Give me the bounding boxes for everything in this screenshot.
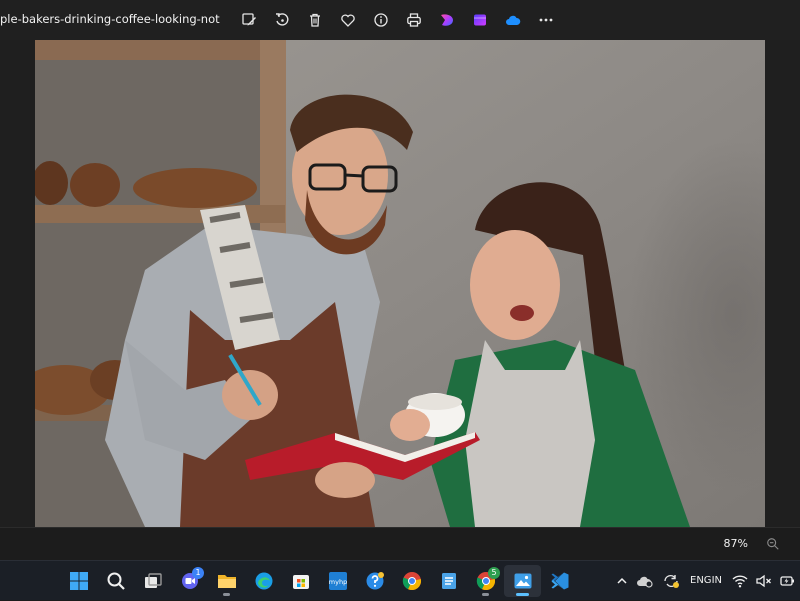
title-bar: ple-bakers-drinking-coffee-looking-noteb… — [0, 0, 800, 40]
myhp-label: myhp — [328, 578, 346, 586]
sync-icon — [664, 574, 679, 588]
toolbar — [232, 6, 562, 34]
more-options-icon — [539, 18, 552, 22]
clipchamp-button[interactable] — [463, 6, 496, 34]
taskbar-apps: 1 myhp 5 — [60, 565, 578, 597]
active-indicator — [516, 593, 529, 596]
help-icon — [366, 572, 384, 590]
edit-image-icon — [241, 13, 256, 26]
more-options-button[interactable] — [529, 6, 562, 34]
print-button[interactable] — [397, 6, 430, 34]
chrome-icon — [402, 572, 421, 591]
edge-icon — [255, 572, 272, 590]
designer-button[interactable] — [430, 6, 463, 34]
search-button[interactable] — [97, 565, 134, 597]
photos-icon — [514, 573, 531, 589]
chat-badge: 1 — [192, 567, 204, 579]
image-viewer[interactable] — [0, 40, 800, 527]
language-region: IN — [711, 575, 722, 586]
volume-muted-icon — [756, 574, 771, 588]
start-button[interactable] — [60, 565, 97, 597]
notepad-icon — [441, 573, 456, 589]
taskbar: 1 myhp 5 ENG IN — [0, 560, 800, 600]
sync-status-button[interactable] — [658, 561, 684, 601]
rotate-icon — [275, 13, 288, 26]
battery-charging-icon — [780, 576, 794, 586]
onedrive-tray-button[interactable] — [632, 561, 658, 601]
favorite-button[interactable] — [331, 6, 364, 34]
search-icon — [107, 572, 125, 590]
onedrive-cloud-icon — [505, 15, 520, 25]
delete-icon — [309, 13, 320, 27]
print-icon — [406, 13, 421, 27]
volume-button[interactable] — [752, 561, 776, 601]
clipchamp-icon — [473, 14, 486, 26]
vscode-icon — [551, 572, 568, 590]
running-indicator — [223, 593, 230, 596]
photos-app-window: ple-bakers-drinking-coffee-looking-noteb… — [0, 0, 800, 560]
windows-logo-icon — [69, 572, 88, 590]
chevron-up-icon — [617, 577, 627, 584]
edge-button[interactable] — [245, 565, 282, 597]
file-explorer-button[interactable] — [208, 565, 245, 597]
running-indicator — [482, 593, 489, 596]
edit-image-button[interactable] — [232, 6, 265, 34]
battery-button[interactable] — [776, 561, 800, 601]
zoom-out-icon[interactable] — [766, 537, 780, 551]
wifi-icon — [732, 575, 748, 588]
task-view-button[interactable] — [134, 565, 171, 597]
myhp-icon: myhp — [328, 572, 347, 590]
chrome-profile-button[interactable]: 5 — [467, 565, 504, 597]
photo-bakers-with-coffee-and-notebook — [35, 40, 765, 527]
wifi-button[interactable] — [728, 561, 752, 601]
show-hidden-icons-button[interactable] — [612, 561, 632, 601]
file-info-icon — [373, 13, 388, 27]
favorite-heart-icon — [340, 14, 355, 27]
file-info-button[interactable] — [364, 6, 397, 34]
system-tray: ENG IN — [612, 561, 800, 601]
notepad-button[interactable] — [430, 565, 467, 597]
myhp-button[interactable]: myhp — [319, 565, 356, 597]
vscode-button[interactable] — [541, 565, 578, 597]
onedrive-button[interactable] — [496, 6, 529, 34]
store-button[interactable] — [282, 565, 319, 597]
photos-button[interactable] — [504, 565, 541, 597]
chrome-badge: 5 — [488, 567, 500, 579]
language-code: ENG — [690, 575, 712, 586]
file-name: ple-bakers-drinking-coffee-looking-noteb… — [0, 12, 220, 26]
store-icon — [292, 575, 309, 589]
folder-icon — [217, 575, 236, 588]
onedrive-status-icon — [637, 576, 653, 588]
input-language-button[interactable]: ENG IN — [684, 561, 728, 601]
status-bar: 87% — [0, 527, 800, 560]
teams-chat-button[interactable]: 1 — [171, 565, 208, 597]
delete-button[interactable] — [298, 6, 331, 34]
chrome-button[interactable] — [393, 565, 430, 597]
task-view-icon — [144, 573, 162, 588]
zoom-level[interactable]: 87% — [724, 537, 748, 550]
help-button[interactable] — [356, 565, 393, 597]
rotate-button[interactable] — [265, 6, 298, 34]
designer-app-icon — [440, 14, 453, 26]
